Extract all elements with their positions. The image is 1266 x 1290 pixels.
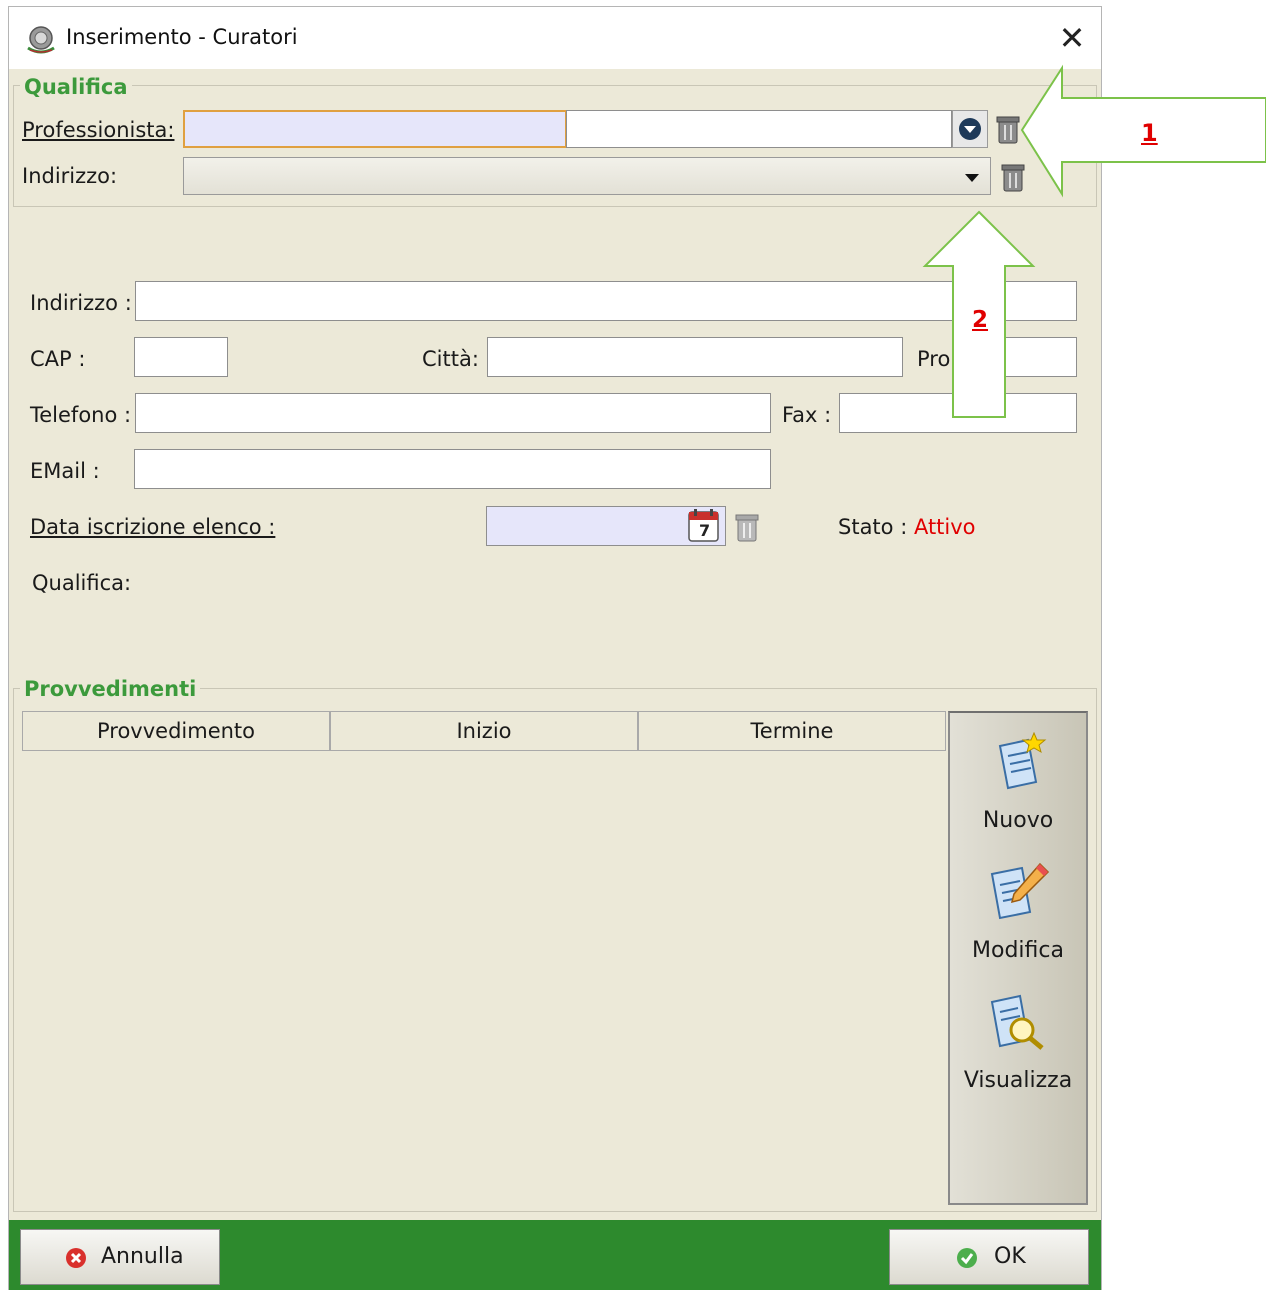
annotation-label-1: 1: [1141, 119, 1158, 147]
annotation-overlay: [922, 64, 1266, 418]
annotation-label-2: 2: [972, 307, 989, 333]
